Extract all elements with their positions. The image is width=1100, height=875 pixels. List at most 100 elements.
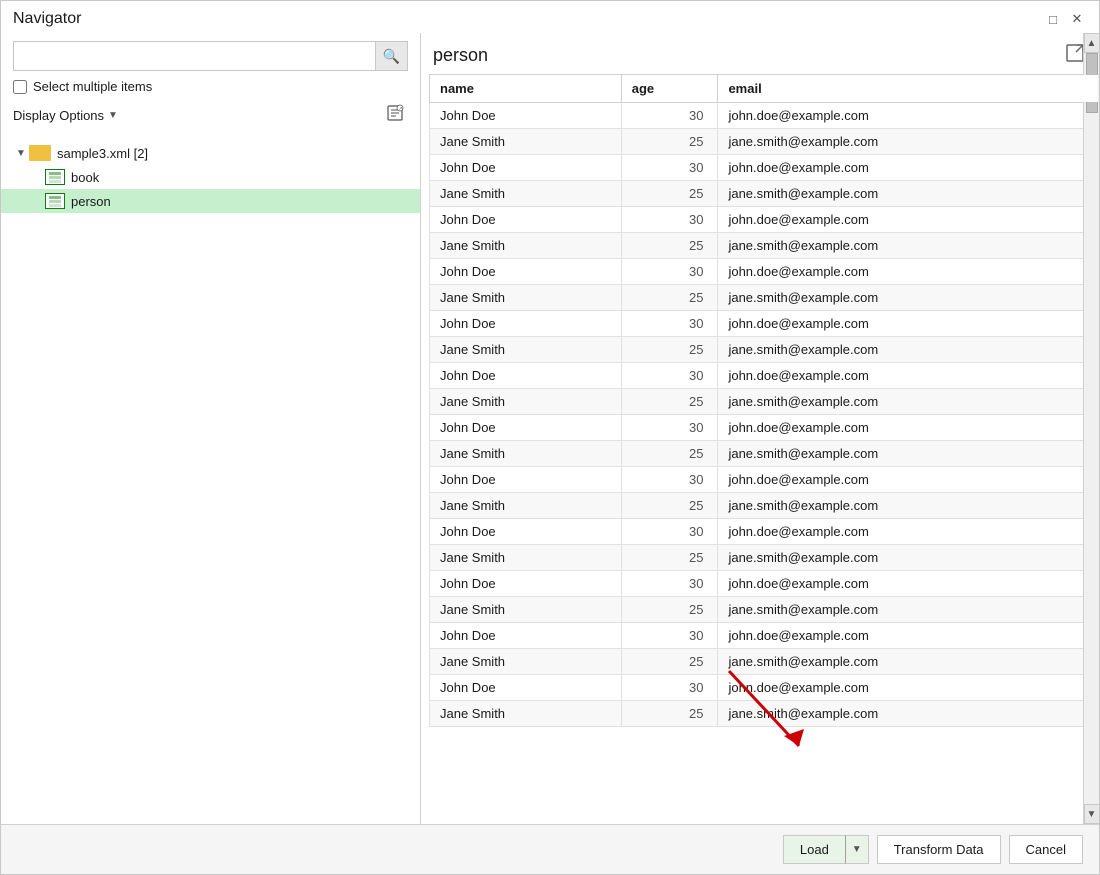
select-multiple-label[interactable]: Select multiple items [33,79,152,94]
table-row: Jane Smith25jane.smith@example.com [430,597,1099,623]
tree-item-person[interactable]: person [1,189,420,213]
cell-age: 30 [621,311,718,337]
cell-age: 30 [621,675,718,701]
cell-name: Jane Smith [430,441,622,467]
cell-age: 25 [621,545,718,571]
table-row: Jane Smith25jane.smith@example.com [430,389,1099,415]
close-button[interactable]: ✕ [1067,9,1087,29]
display-options-label: Display Options [13,108,104,123]
cell-age: 25 [621,233,718,259]
cell-email: jane.smith@example.com [718,545,1099,571]
load-button-group: Load ▼ [783,835,869,864]
transform-data-button[interactable]: Transform Data [877,835,1001,864]
cell-name: Jane Smith [430,181,622,207]
minimize-button[interactable]: □ [1043,9,1063,29]
cell-name: John Doe [430,103,622,129]
tree-root-item[interactable]: ▼ sample3.xml [2] [1,141,420,165]
cell-name: John Doe [430,571,622,597]
cell-name: John Doe [430,311,622,337]
cell-age: 25 [621,129,718,155]
table-row: John Doe30john.doe@example.com [430,467,1099,493]
refresh-preview-button[interactable]: ↗ [382,102,408,129]
cell-name: John Doe [430,363,622,389]
select-multiple-row: Select multiple items [13,79,408,94]
scroll-down-button[interactable]: ▼ [1084,804,1100,824]
cell-age: 25 [621,181,718,207]
cell-email: john.doe@example.com [718,311,1099,337]
cell-name: Jane Smith [430,389,622,415]
cell-age: 30 [621,623,718,649]
dialog-title: Navigator [13,10,81,28]
cell-age: 30 [621,519,718,545]
table-icon-person [45,193,65,209]
folder-icon [29,145,51,161]
col-header-name: name [430,75,622,103]
cell-email: john.doe@example.com [718,415,1099,441]
cell-name: John Doe [430,207,622,233]
table-row: John Doe30john.doe@example.com [430,571,1099,597]
cell-age: 25 [621,389,718,415]
table-row: John Doe30john.doe@example.com [430,103,1099,129]
right-panel: person name age email [421,33,1099,824]
cell-name: Jane Smith [430,649,622,675]
refresh-icon: ↗ [386,104,404,122]
table-row: Jane Smith25jane.smith@example.com [430,649,1099,675]
load-dropdown-button[interactable]: ▼ [845,835,869,864]
cell-name: John Doe [430,623,622,649]
scroll-up-button[interactable]: ▲ [1084,33,1100,53]
left-panel: 🔍 Select multiple items Display Options … [1,33,421,824]
cell-name: Jane Smith [430,545,622,571]
search-button[interactable]: 🔍 [375,42,407,70]
search-input[interactable] [14,44,375,69]
table-row: Jane Smith25jane.smith@example.com [430,337,1099,363]
cell-age: 30 [621,571,718,597]
cell-name: Jane Smith [430,129,622,155]
tree-item-book-label: book [71,170,99,185]
cell-email: john.doe@example.com [718,259,1099,285]
cell-name: John Doe [430,675,622,701]
tree-container: ▼ sample3.xml [2] book [1,137,420,824]
footer: Load ▼ Transform Data Cancel [1,824,1099,874]
svg-text:↗: ↗ [399,106,403,112]
table-row: Jane Smith25jane.smith@example.com [430,701,1099,727]
cell-email: john.doe@example.com [718,207,1099,233]
preview-title: person [433,45,488,66]
load-button[interactable]: Load [783,835,845,864]
table-container: name age email John Doe30john.doe@exampl… [421,74,1099,824]
navigator-dialog: Navigator □ ✕ 🔍 Select multiple items Di… [0,0,1100,875]
cell-age: 25 [621,649,718,675]
table-row: John Doe30john.doe@example.com [430,311,1099,337]
cell-age: 30 [621,103,718,129]
cell-age: 25 [621,597,718,623]
cell-age: 30 [621,207,718,233]
table-row: Jane Smith25jane.smith@example.com [430,545,1099,571]
table-row: Jane Smith25jane.smith@example.com [430,181,1099,207]
cell-name: Jane Smith [430,285,622,311]
cell-email: jane.smith@example.com [718,389,1099,415]
cancel-button[interactable]: Cancel [1009,835,1083,864]
tree-item-person-label: person [71,194,111,209]
tree-item-book[interactable]: book [1,165,420,189]
cell-email: jane.smith@example.com [718,701,1099,727]
scroll-track [1085,53,1099,804]
table-icon-book [45,169,65,185]
display-options-button[interactable]: Display Options ▼ [13,108,118,123]
cell-name: John Doe [430,519,622,545]
cell-name: Jane Smith [430,493,622,519]
table-row: Jane Smith25jane.smith@example.com [430,129,1099,155]
cell-name: Jane Smith [430,701,622,727]
table-row: John Doe30john.doe@example.com [430,363,1099,389]
expand-icon [1065,43,1085,63]
cell-age: 25 [621,337,718,363]
table-row: Jane Smith25jane.smith@example.com [430,441,1099,467]
chevron-down-icon: ▼ [108,110,118,121]
table-row: Jane Smith25jane.smith@example.com [430,285,1099,311]
cell-email: jane.smith@example.com [718,285,1099,311]
col-header-email: email [718,75,1099,103]
display-options-row: Display Options ▼ ↗ [13,102,408,129]
cell-age: 30 [621,467,718,493]
cell-name: John Doe [430,259,622,285]
select-multiple-checkbox[interactable] [13,80,27,94]
cell-email: john.doe@example.com [718,623,1099,649]
cell-email: john.doe@example.com [718,103,1099,129]
